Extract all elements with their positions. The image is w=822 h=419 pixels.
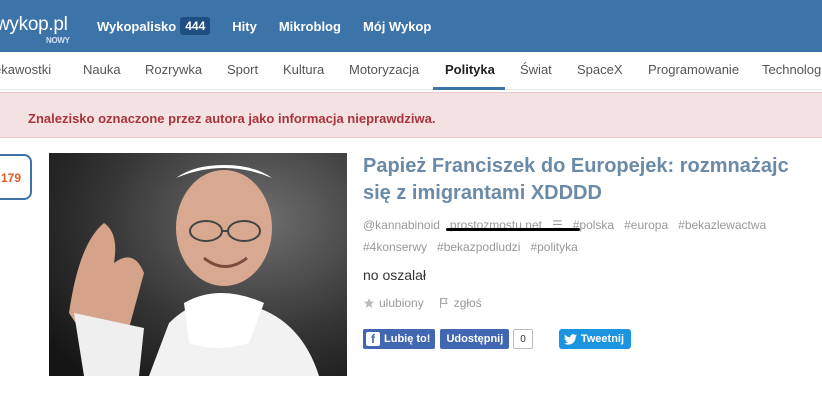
category-kultura[interactable]: Kultura	[283, 62, 324, 77]
post-title[interactable]: Papież Franciszek do Europejek: rozmnaża…	[363, 153, 822, 207]
nav-moj-wykop[interactable]: Mój Wykop	[363, 17, 431, 35]
top-navigation-bar: wykop.pl NOWY Wykopalisko 444 Hity Mikro…	[0, 0, 822, 52]
report-label: zgłoś	[453, 296, 482, 310]
category-sport[interactable]: Sport	[227, 62, 258, 77]
share-count: 0	[513, 329, 533, 349]
star-icon	[364, 298, 374, 308]
post-description: no oszalał	[363, 267, 427, 283]
report-button[interactable]: zgłoś	[438, 296, 482, 310]
logo-text: wykop.pl	[0, 14, 68, 35]
category-technologia[interactable]: Technologi	[762, 62, 822, 77]
tweet-label: Tweetnij	[580, 333, 625, 345]
category-motoryzacja[interactable]: Motoryzacja	[349, 62, 419, 77]
facebook-like-button[interactable]: f Lubię to!	[363, 329, 436, 349]
facebook-like-label: Lubię to!	[384, 333, 431, 345]
flag-icon	[439, 298, 448, 308]
nav-wykopalisko[interactable]: Wykopalisko 444	[97, 17, 211, 35]
favorite-label: ulubiony	[379, 296, 424, 310]
tag-bekazpodludzi[interactable]: #bekazpodludzi	[437, 240, 520, 254]
nav-hity[interactable]: Hity	[232, 17, 257, 35]
hand-drawn-underline	[446, 228, 580, 231]
tag-bekazlewactwa[interactable]: #bekazlewactwa	[678, 218, 766, 232]
facebook-icon: f	[366, 332, 380, 346]
nav-wykopalisko-label: Wykopalisko	[97, 18, 177, 34]
post-author[interactable]: @kannabinoid	[363, 218, 440, 232]
tag-europa[interactable]: #europa	[624, 218, 668, 232]
category-nauka[interactable]: Nauka	[83, 62, 121, 77]
wykopalisko-count-badge: 444	[180, 17, 211, 35]
post-meta: @kannabinoid prostozmostu.net ☰ #polska #eur…	[363, 214, 818, 258]
tweet-button[interactable]: Tweetnij	[558, 329, 632, 349]
fake-news-alert: Znalezisko oznaczone przez autora jako i…	[0, 92, 822, 138]
category-spacex[interactable]: SpaceX	[577, 62, 623, 77]
category-bar: ekawostki Nauka Rozrywka Sport Kultura M…	[0, 52, 822, 90]
post-thumbnail[interactable]	[49, 153, 347, 376]
tag-polityka[interactable]: #polityka	[530, 240, 577, 254]
pope-photo	[49, 153, 347, 376]
facebook-share-button[interactable]: Udostępnij	[440, 329, 510, 349]
main-nav: Wykopalisko 444 Hity Mikroblog Mój Wykop	[97, 17, 453, 35]
active-category-underline	[433, 87, 505, 90]
favorite-button[interactable]: ulubiony	[363, 296, 424, 310]
wykop-logo[interactable]: wykop.pl NOWY	[0, 14, 70, 45]
nav-mikroblog[interactable]: Mikroblog	[279, 17, 341, 35]
vote-counter[interactable]: 179	[0, 154, 32, 200]
logo-subtitle: NOWY	[46, 36, 70, 45]
alert-text: Znalezisko oznaczone przez autora jako i…	[28, 111, 436, 126]
post-title-line-2: się z imigrantami XDDDD	[363, 182, 602, 204]
tag-4konserwy[interactable]: #4konserwy	[363, 240, 427, 254]
vote-count: 179	[1, 171, 22, 185]
category-polityka[interactable]: Polityka	[445, 62, 495, 77]
social-buttons: f Lubię to! Udostępnij 0 Tweetnij	[363, 329, 632, 349]
post-actions: ulubiony zgłoś	[363, 296, 496, 310]
post-title-line-1: Papież Franciszek do Europejek: rozmnaża…	[363, 155, 789, 177]
category-ciekawostki[interactable]: ekawostki	[0, 62, 51, 77]
category-swiat[interactable]: Świat	[520, 62, 552, 77]
category-rozrywka[interactable]: Rozrywka	[145, 62, 202, 77]
category-programowanie[interactable]: Programowanie	[648, 62, 739, 77]
twitter-bird-icon	[563, 333, 577, 345]
